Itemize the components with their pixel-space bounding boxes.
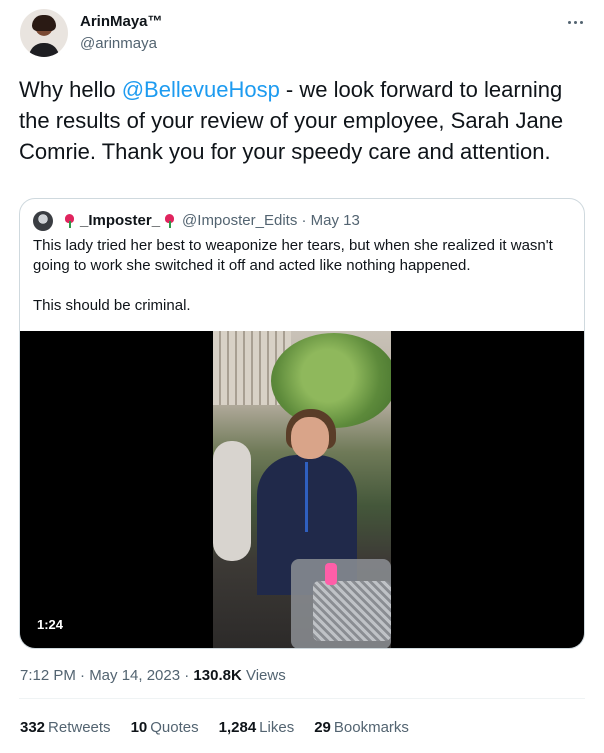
tweet-text-start: Why hello — [19, 77, 122, 102]
quoted-author-name[interactable]: _Imposter_ — [80, 212, 160, 229]
video-basket — [313, 581, 391, 641]
avatar-hair — [32, 15, 56, 31]
rose-emoji-icon — [164, 213, 176, 228]
author-display-name[interactable]: ArinMaya™ — [80, 13, 163, 30]
video-arm — [213, 441, 251, 561]
retweets-count: 332 — [20, 719, 46, 736]
divider — [19, 698, 585, 699]
tweet: ArinMaya™ @arinmaya Why hello @BellevueH… — [0, 0, 604, 753]
likes-stat[interactable]: 1,284 Likes — [219, 719, 295, 736]
retweets-label: Retweets — [48, 719, 111, 736]
bookmarks-stat[interactable]: 29 Bookmarks — [314, 719, 409, 736]
mention-link[interactable]: @BellevueHosp — [122, 77, 280, 102]
video-face — [291, 417, 329, 459]
quoted-tweet-date[interactable]: · May 13 — [302, 212, 360, 229]
views-count: 130.8K — [193, 667, 242, 684]
more-options-icon[interactable] — [562, 10, 588, 34]
quoted-text-paragraph: This lady tried her best to weaponize he… — [33, 237, 553, 274]
quotes-label: Quotes — [150, 719, 199, 736]
tweet-timestamp[interactable]: 7:12 PM · May 14, 2023 · — [20, 667, 193, 684]
quoted-text-paragraph: This should be criminal. — [33, 297, 191, 314]
rose-emoji-icon — [64, 213, 76, 228]
quoted-tweet[interactable]: _Imposter_ @Imposter_Edits · May 13 This… — [19, 198, 585, 649]
video-lanyard — [305, 462, 308, 532]
author-avatar[interactable] — [20, 9, 68, 57]
tweet-stats: 332 Retweets 10 Quotes 1,284 Likes 29 Bookma… — [20, 719, 429, 736]
quoted-author-avatar[interactable] — [33, 211, 53, 231]
tweet-text: Why hello @BellevueHosp - we look forwar… — [19, 74, 585, 167]
retweets-stat[interactable]: 332 Retweets — [20, 719, 111, 736]
author-handle[interactable]: @arinmaya — [80, 35, 157, 52]
video-player[interactable]: 1:24 — [20, 331, 584, 648]
tweet-meta: 7:12 PM · May 14, 2023 · 130.8K Views — [20, 667, 286, 684]
avatar-body — [29, 43, 59, 57]
quotes-stat[interactable]: 10 Quotes — [131, 719, 199, 736]
video-frame — [213, 331, 391, 648]
likes-label: Likes — [259, 719, 295, 736]
quoted-tweet-text: This lady tried her best to weaponize he… — [33, 236, 573, 316]
quoted-tweet-header: _Imposter_ @Imposter_Edits · May 13 — [60, 212, 360, 229]
bookmarks-label: Bookmarks — [333, 719, 409, 736]
quoted-author-handle[interactable]: @Imposter_Edits — [182, 212, 297, 229]
video-duration-badge: 1:24 — [31, 614, 70, 636]
views-label: Views — [241, 667, 286, 684]
likes-count: 1,284 — [218, 719, 257, 736]
bookmarks-count: 29 — [314, 719, 331, 736]
video-bike-light — [325, 563, 337, 585]
quotes-count: 10 — [130, 719, 148, 736]
